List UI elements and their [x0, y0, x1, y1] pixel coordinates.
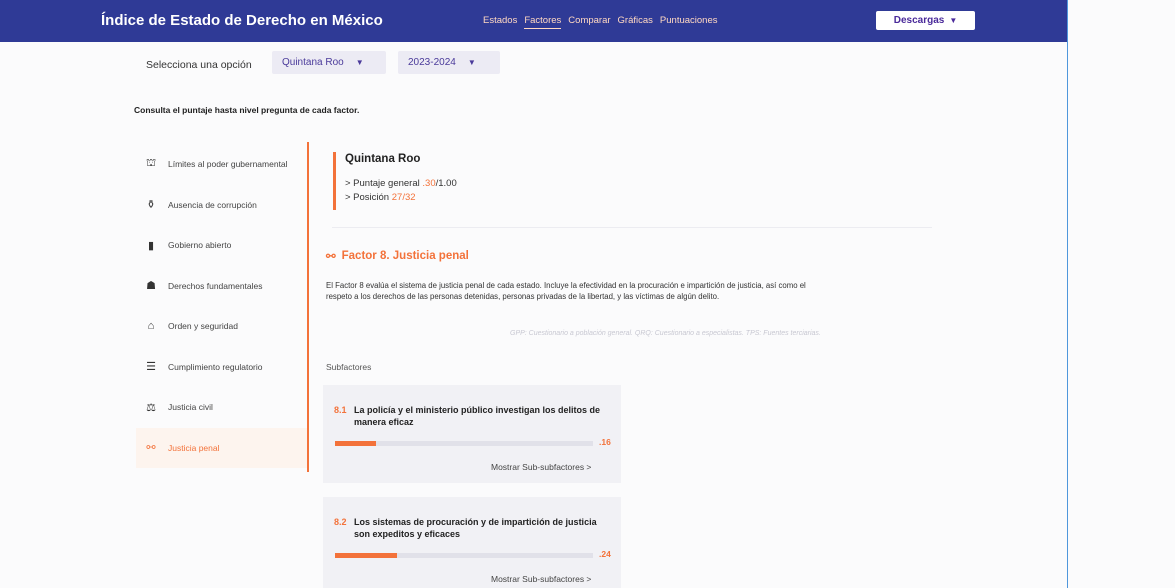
sidebar-item-label: Gobierno abierto: [168, 240, 232, 251]
score-bar-fill: [335, 553, 397, 558]
sidebar-item-justicia-penal[interactable]: ⚯ Justicia penal: [136, 427, 308, 468]
sidebar-item-corrupcion[interactable]: ⚱ Ausencia de corrupción: [136, 185, 308, 226]
nav-graficas[interactable]: Gráficas: [618, 15, 653, 29]
nav-factores[interactable]: Factores: [524, 15, 562, 29]
sidebar-item-label: Ausencia de corrupción: [168, 199, 257, 210]
rank-label: > Posición: [345, 192, 390, 203]
subfactor-number: 8.2: [334, 517, 347, 527]
factor-heading: ⚯ Factor 8. Justicia penal: [326, 249, 469, 263]
sidebar-item-label: Orden y seguridad: [168, 321, 238, 332]
subfactor-card: 8.1 La policía y el ministerio público i…: [323, 385, 621, 483]
sidebar-item-orden[interactable]: ⌂ Orden y seguridad: [136, 306, 308, 347]
nav-puntuaciones[interactable]: Puntuaciones: [660, 15, 718, 29]
show-subsubfactors-link[interactable]: Mostrar Sub-subfactores >: [491, 574, 591, 584]
show-subsubfactors-link[interactable]: Mostrar Sub-subfactores >: [491, 462, 591, 472]
score-bar: [335, 441, 593, 446]
state-dropdown-value: Quintana Roo: [282, 57, 344, 68]
sidebar-item-label: Justicia penal: [168, 442, 220, 453]
state-summary: Quintana Roo > Puntaje general .30/1.00 …: [333, 152, 457, 210]
state-rank: > Posición 27/32: [345, 192, 457, 203]
top-navbar: Índice de Estado de Derecho en México Es…: [0, 0, 1067, 42]
downloads-button[interactable]: Descargas ▼: [876, 11, 975, 30]
nav-estados[interactable]: Estados: [483, 15, 517, 29]
factor-description: El Factor 8 evalúa el sistema de justici…: [326, 281, 806, 301]
handcuffs-icon: ⚯: [146, 442, 156, 455]
score-bar-fill: [335, 441, 377, 446]
year-dropdown[interactable]: 2023-2024 ▼: [398, 51, 500, 74]
sidebar-item-cumplimiento[interactable]: ☰ Cumplimiento regulatorio: [136, 347, 308, 388]
state-dropdown[interactable]: Quintana Roo ▼: [272, 51, 386, 74]
rank-value: 27/32: [391, 192, 416, 203]
document-icon: ☰: [146, 361, 156, 374]
subfactor-score: .16: [599, 437, 611, 447]
state-name: Quintana Roo: [345, 153, 421, 165]
overall-score: > Puntaje general .30/1.00: [345, 178, 457, 189]
section-divider: [332, 227, 932, 228]
factor-sidebar: ⛫ Límites al poder gubernamental ⚱ Ausen…: [136, 144, 308, 468]
scales-icon: ⚖: [146, 401, 156, 414]
source-legend: GPP: Cuestionario a población general. Q…: [510, 330, 821, 337]
government-building-icon: ⛫: [145, 157, 157, 170]
downloads-label: Descargas: [893, 15, 945, 26]
chevron-down-icon: ▼: [355, 58, 364, 67]
sidebar-item-gobierno-abierto[interactable]: ▮ Gobierno abierto: [136, 225, 308, 266]
subfactors-heading: Subfactores: [326, 362, 372, 372]
select-option-label: Selecciona una opción: [146, 59, 252, 71]
people-icon: ☗: [146, 280, 156, 293]
sidebar-item-label: Justicia civil: [168, 402, 213, 413]
year-dropdown-value: 2023-2024: [408, 57, 456, 68]
score-bar: [335, 553, 593, 558]
money-bag-icon: ⚱: [146, 199, 156, 212]
chevron-down-icon: ▼: [949, 16, 958, 25]
open-door-icon: ▮: [147, 239, 155, 252]
subfactor-title: Los sistemas de procuración y de imparti…: [354, 517, 597, 539]
subfactor-number: 8.1: [334, 405, 347, 415]
instruction-text: Consulta el puntaje hasta nivel pregunta…: [134, 105, 360, 115]
factor-title: Factor 8. Justicia penal: [341, 250, 469, 262]
score-max: /1.00: [435, 178, 457, 189]
sidebar-item-label: Derechos fundamentales: [168, 280, 263, 291]
site-title[interactable]: Índice de Estado de Derecho en México: [101, 12, 383, 29]
page-edge-rule: [1067, 0, 1068, 588]
handcuffs-icon: ⚯: [326, 251, 336, 263]
subfactor-score: .24: [599, 549, 611, 559]
main-nav: Estados Factores Comparar Gráficas Puntu…: [483, 15, 718, 29]
chevron-down-icon: ▼: [467, 58, 476, 67]
lock-house-icon: ⌂: [147, 320, 155, 333]
nav-comparar[interactable]: Comparar: [568, 15, 610, 29]
subfactor-title: La policía y el ministerio público inves…: [354, 405, 601, 427]
sidebar-item-justicia-civil[interactable]: ⚖ Justicia civil: [136, 387, 308, 428]
sidebar-active-rule: [307, 142, 309, 472]
score-value: .30: [422, 178, 436, 189]
sidebar-item-label: Límites al poder gubernamental: [168, 159, 288, 170]
subfactor-card: 8.2 Los sistemas de procuración y de imp…: [323, 497, 621, 588]
sidebar-item-label: Cumplimiento regulatorio: [168, 361, 263, 372]
sidebar-item-derechos[interactable]: ☗ Derechos fundamentales: [136, 266, 308, 307]
score-label: > Puntaje general: [345, 178, 420, 189]
sidebar-item-limites[interactable]: ⛫ Límites al poder gubernamental: [136, 144, 308, 185]
